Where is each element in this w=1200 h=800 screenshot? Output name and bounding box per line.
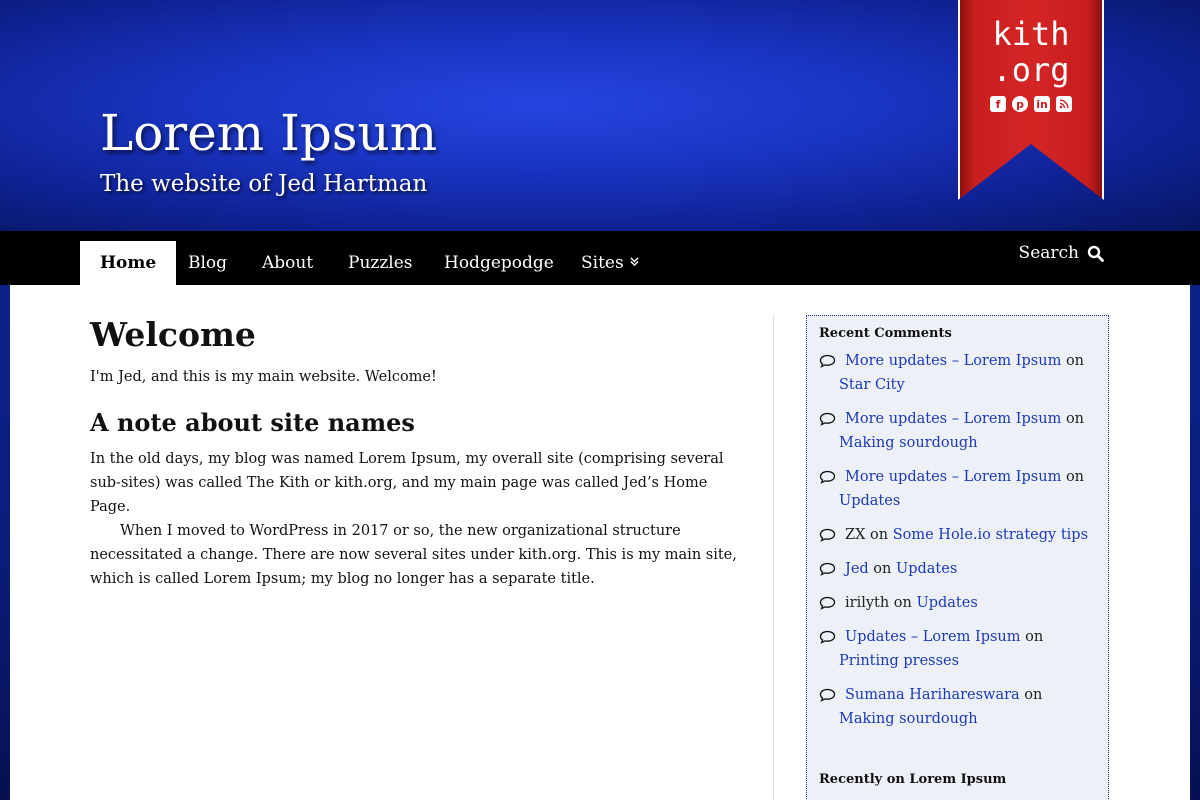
comment-author[interactable]: More updates – Lorem Ipsum xyxy=(845,353,1061,369)
search-icon xyxy=(1087,245,1104,262)
kith-org-badge[interactable]: kith .org f p in xyxy=(958,0,1104,200)
comment-item: Jed on Updates xyxy=(819,557,1096,581)
section-heading: A note about site names xyxy=(90,408,415,437)
nav-sites-label: Sites xyxy=(581,253,624,273)
comment-author[interactable]: More updates – Lorem Ipsum xyxy=(845,469,1061,485)
nav-about-label: About xyxy=(262,253,314,273)
comment-on-label: on xyxy=(1061,411,1085,427)
comment-post-link[interactable]: Star City xyxy=(839,377,905,393)
comment-item: ZX on Some Hole.io strategy tips xyxy=(819,523,1096,547)
comment-item: More updates – Lorem Ipsum on Star City xyxy=(819,349,1096,397)
column-divider xyxy=(773,315,774,800)
nav-hodgepodge[interactable]: Hodgepodge xyxy=(424,241,574,285)
comment-post-link[interactable]: Updates xyxy=(917,595,978,611)
comment-post-link[interactable]: Making sourdough xyxy=(839,711,978,727)
social-links: f p in xyxy=(960,96,1102,112)
nav-blog[interactable]: Blog xyxy=(168,241,247,285)
comment-author[interactable]: Jed xyxy=(845,561,869,577)
comment-icon xyxy=(819,630,836,644)
badge-line-2: .org xyxy=(992,51,1070,89)
comment-on-label: on xyxy=(1020,629,1044,645)
nav-hodgepodge-label: Hodgepodge xyxy=(444,253,554,273)
site-header: Lorem Ipsum The website of Jed Hartman k… xyxy=(0,0,1200,231)
comment-author: ZX xyxy=(845,527,866,543)
comment-on-label: on xyxy=(868,561,896,577)
nav-home[interactable]: Home xyxy=(80,241,177,285)
linkedin-icon[interactable]: in xyxy=(1034,96,1050,112)
comment-icon xyxy=(819,528,836,542)
intro-text: I'm Jed, and this is my main website. We… xyxy=(90,369,437,385)
comment-item: Sumana Harihareswara on Making sourdough xyxy=(819,683,1096,731)
comment-author: irilyth xyxy=(845,595,890,611)
comment-item: irilyth on Updates xyxy=(819,591,1096,615)
comment-on-label: on xyxy=(889,595,917,611)
site-title[interactable]: Lorem Ipsum xyxy=(100,104,437,162)
comment-on-label: on xyxy=(1061,353,1085,369)
nav-sites[interactable]: Sites xyxy=(561,241,659,285)
comment-icon xyxy=(819,688,836,702)
recent-posts-title: Recently on Lorem Ipsum xyxy=(819,772,1007,787)
comment-item: Updates – Lorem Ipsum on Printing presse… xyxy=(819,625,1096,673)
badge-line-1: kith xyxy=(992,15,1070,53)
nav-blog-label: Blog xyxy=(188,253,228,273)
page-title: Welcome xyxy=(90,315,256,354)
comment-icon xyxy=(819,412,836,426)
comment-post-link[interactable]: Updates xyxy=(896,561,957,577)
comment-item: More updates – Lorem Ipsum on Making sou… xyxy=(819,407,1096,455)
comment-on-label: on xyxy=(1019,687,1043,703)
content-area: Welcome I'm Jed, and this is my main web… xyxy=(10,285,1190,800)
comment-item: More updates – Lorem Ipsum on Updates xyxy=(819,465,1096,513)
paragraph-2: When I moved to WordPress in 2017 or so,… xyxy=(90,523,737,587)
comment-icon xyxy=(819,562,836,576)
rss-icon[interactable] xyxy=(1056,96,1072,112)
comment-on-label: on xyxy=(1061,469,1085,485)
comment-author[interactable]: Sumana Harihareswara xyxy=(845,687,1020,703)
nav-puzzles-label: Puzzles xyxy=(348,253,413,273)
facebook-icon[interactable]: f xyxy=(990,96,1006,112)
comment-icon xyxy=(819,470,836,484)
site-tagline: The website of Jed Hartman xyxy=(100,171,428,197)
comment-post-link[interactable]: Printing presses xyxy=(839,653,959,669)
comment-post-link[interactable]: Some Hole.io strategy tips xyxy=(893,527,1088,543)
main-article: Welcome I'm Jed, and this is my main web… xyxy=(90,315,738,591)
comment-icon xyxy=(819,354,836,368)
recent-comments-title: Recent Comments xyxy=(819,326,952,341)
nav-puzzles[interactable]: Puzzles xyxy=(328,241,433,285)
sidebar: Recent Comments More updates – Lorem Ips… xyxy=(806,315,1109,800)
nav-about[interactable]: About xyxy=(242,241,333,285)
search-toggle[interactable]: Search xyxy=(1019,241,1104,265)
comment-post-link[interactable]: Making sourdough xyxy=(839,435,978,451)
comment-author[interactable]: Updates – Lorem Ipsum xyxy=(845,629,1021,645)
recent-comments-list: More updates – Lorem Ipsum on Star City M… xyxy=(819,349,1096,731)
nav-home-label: Home xyxy=(100,253,157,273)
comment-post-link[interactable]: Updates xyxy=(839,493,900,509)
comment-author[interactable]: More updates – Lorem Ipsum xyxy=(845,411,1061,427)
comment-icon xyxy=(819,596,836,610)
pinterest-icon[interactable]: p xyxy=(1012,96,1028,112)
comment-on-label: on xyxy=(865,527,893,543)
chevron-down-icon xyxy=(630,256,639,266)
paragraph-1: In the old days, my blog was named Lorem… xyxy=(90,451,724,515)
search-label: Search xyxy=(1018,243,1079,263)
